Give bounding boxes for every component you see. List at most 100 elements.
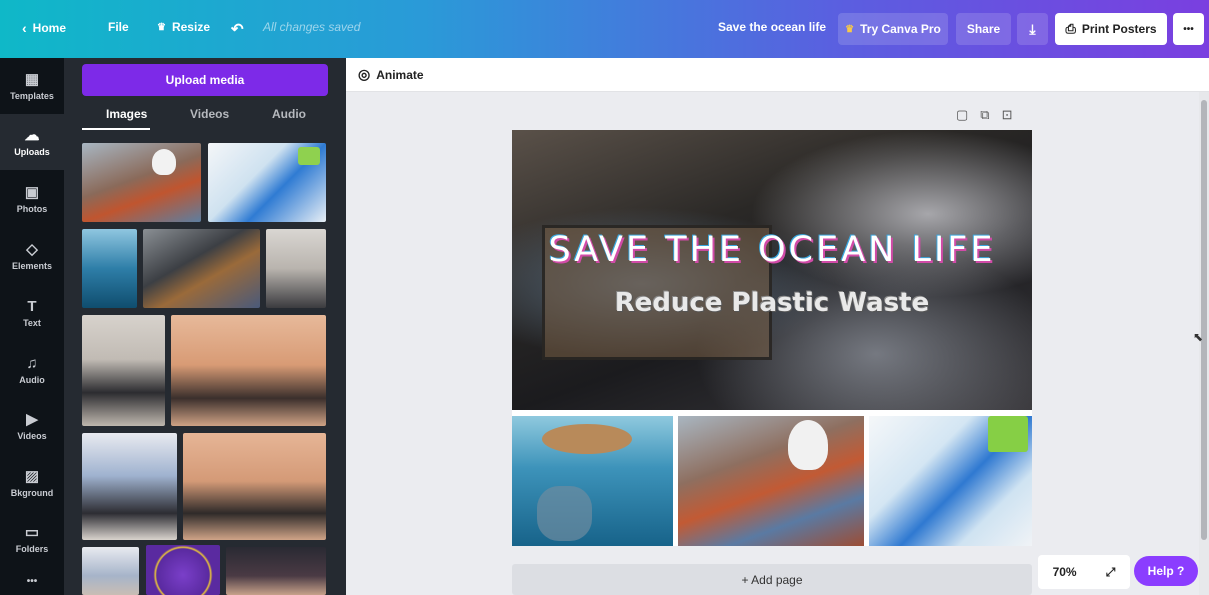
uploaded-image-gannet-nets[interactable]: [82, 143, 201, 222]
tab-videos[interactable]: Videos: [190, 107, 229, 121]
rail-item-label: Uploads: [14, 146, 50, 157]
rail-item-label: Folders: [15, 543, 49, 554]
turtle-photo[interactable]: [512, 416, 673, 546]
uploaded-image-group-banner[interactable]: [171, 315, 326, 426]
file-menu[interactable]: File: [108, 20, 129, 34]
undo-button[interactable]: ↶: [231, 20, 244, 38]
templates-icon: ▦: [24, 70, 40, 88]
scrollbar-thumb[interactable]: [1201, 100, 1207, 540]
try-canva-pro-button[interactable]: ♛ Try Canva Pro: [838, 13, 948, 45]
add-page-button[interactable]: + Add page: [512, 564, 1032, 595]
uploaded-image-trash-laptop[interactable]: [143, 229, 260, 308]
hero-subtitle[interactable]: Reduce Plastic Waste: [512, 288, 1032, 318]
home-label: Home: [32, 21, 67, 35]
turtle-shape: [542, 424, 632, 454]
uploads-panel: Upload media Images Videos Audio: [64, 58, 346, 595]
animate-button[interactable]: ◎ Animate: [358, 66, 424, 83]
upload-media-label: Upload media: [165, 73, 245, 87]
rail-item-label: Audio: [19, 374, 45, 385]
tab-images[interactable]: Images: [106, 107, 147, 121]
rail-item-label: Elements: [11, 260, 53, 271]
uploaded-image-students[interactable]: [82, 433, 177, 540]
tab-label: Audio: [272, 107, 306, 121]
resize-label: Resize: [171, 20, 210, 34]
plastic-bag-shape: [537, 486, 592, 541]
save-status: All changes saved: [263, 20, 360, 34]
upload-media-button[interactable]: Upload media: [82, 64, 328, 96]
design-page[interactable]: SAVE THE OCEAN LIFE Reduce Plastic Waste: [512, 130, 1032, 546]
green-item-shape: [988, 416, 1028, 452]
share-button[interactable]: Share: [956, 13, 1011, 45]
file-label: File: [108, 20, 129, 34]
save-status-text: All changes saved: [263, 20, 361, 34]
rail-item-label: Text: [23, 317, 41, 328]
background-pattern-icon: ▨: [24, 467, 40, 485]
home-button[interactable]: ‹ Home: [22, 20, 66, 36]
elements-icon: ◇: [26, 240, 38, 258]
rail-item-elements[interactable]: ◇ Elements: [0, 228, 64, 284]
uploaded-image-people-hall[interactable]: [266, 229, 326, 308]
uploaded-image-visit[interactable]: [82, 547, 139, 595]
rail-item-audio[interactable]: ♫ Audio: [0, 342, 64, 398]
design-title[interactable]: Save the ocean life: [718, 20, 826, 34]
rail-item-templates[interactable]: ▦ Templates: [0, 58, 64, 114]
photos-icon: ▣: [24, 183, 40, 201]
uploaded-image-two-women[interactable]: [82, 315, 165, 426]
animate-label: Animate: [376, 67, 424, 82]
add-page-label: + Add page: [741, 572, 803, 587]
rail-item-more[interactable]: •••: [0, 553, 64, 595]
upload-cloud-icon: ☁: [24, 126, 40, 144]
animate-icon: ◎: [358, 66, 371, 82]
design-title-text: Save the ocean life: [718, 20, 827, 34]
page-tools: ▢ ⧉ ⊡: [956, 107, 1013, 123]
college-seal-image[interactable]: [146, 545, 220, 595]
tab-label: Videos: [190, 107, 230, 121]
print-icon: ⎙: [1065, 21, 1076, 36]
tab-label: Images: [106, 107, 148, 121]
notes-icon[interactable]: ▢: [956, 107, 968, 123]
download-icon: ⤓: [1029, 20, 1036, 37]
more-icon: •••: [1183, 23, 1194, 35]
zoom-level[interactable]: 70%: [1053, 565, 1077, 579]
video-icon: ▶: [26, 410, 38, 428]
uploaded-image-turtle[interactable]: [82, 229, 137, 308]
try-pro-label: Try Canva Pro: [860, 22, 941, 36]
gannet-photo[interactable]: [678, 416, 864, 546]
gannet-shape: [788, 420, 828, 470]
uploaded-image-group-photo[interactable]: [183, 433, 326, 540]
add-page-icon[interactable]: ⊡: [1002, 107, 1013, 123]
print-posters-button[interactable]: ⎙ Print Posters: [1055, 13, 1167, 45]
rail-item-videos[interactable]: ▶ Videos: [0, 398, 64, 454]
rail-item-label: Photos: [16, 203, 48, 214]
more-options-button[interactable]: •••: [1173, 13, 1204, 45]
fullscreen-icon[interactable]: ⤢: [1106, 565, 1116, 580]
zoom-control[interactable]: 70% ⤢: [1038, 555, 1130, 589]
uploaded-image-event[interactable]: [226, 547, 326, 595]
rail-item-label: Videos: [17, 430, 47, 441]
crown-icon: ♛: [845, 23, 855, 35]
print-label: Print Posters: [1081, 22, 1157, 36]
resize-button[interactable]: ♛ Resize: [157, 20, 210, 34]
rail-item-photos[interactable]: ▣ Photos: [0, 171, 64, 227]
help-label: Help ?: [1147, 564, 1185, 578]
uploaded-image-plastic-bottles[interactable]: [208, 143, 326, 222]
text-icon: T: [27, 297, 37, 315]
hero-image[interactable]: SAVE THE OCEAN LIFE Reduce Plastic Waste: [512, 130, 1032, 410]
rail-item-text[interactable]: T Text: [0, 285, 64, 341]
rail-item-label: Bkground: [10, 487, 54, 498]
crown-icon: ♛: [157, 21, 166, 33]
side-rail: ▦ Templates ☁ Uploads ▣ Photos ◇ Element…: [0, 58, 64, 595]
hero-title[interactable]: SAVE THE OCEAN LIFE: [512, 230, 1032, 270]
music-note-icon: ♫: [26, 354, 38, 372]
editor-toolbar: ◎ Animate: [346, 58, 1209, 92]
duplicate-page-icon[interactable]: ⧉: [980, 107, 989, 123]
folder-icon: ▭: [24, 523, 40, 541]
download-button[interactable]: ⤓: [1017, 13, 1048, 45]
help-button[interactable]: Help ?: [1134, 556, 1198, 586]
bottles-photo[interactable]: [869, 416, 1032, 546]
rail-item-background[interactable]: ▨ Bkground: [0, 455, 64, 511]
tab-audio[interactable]: Audio: [272, 107, 306, 121]
rail-item-uploads[interactable]: ☁ Uploads: [0, 114, 64, 170]
undo-icon: ↶: [231, 21, 244, 38]
mouse-cursor-icon: ⬉: [1193, 330, 1204, 344]
